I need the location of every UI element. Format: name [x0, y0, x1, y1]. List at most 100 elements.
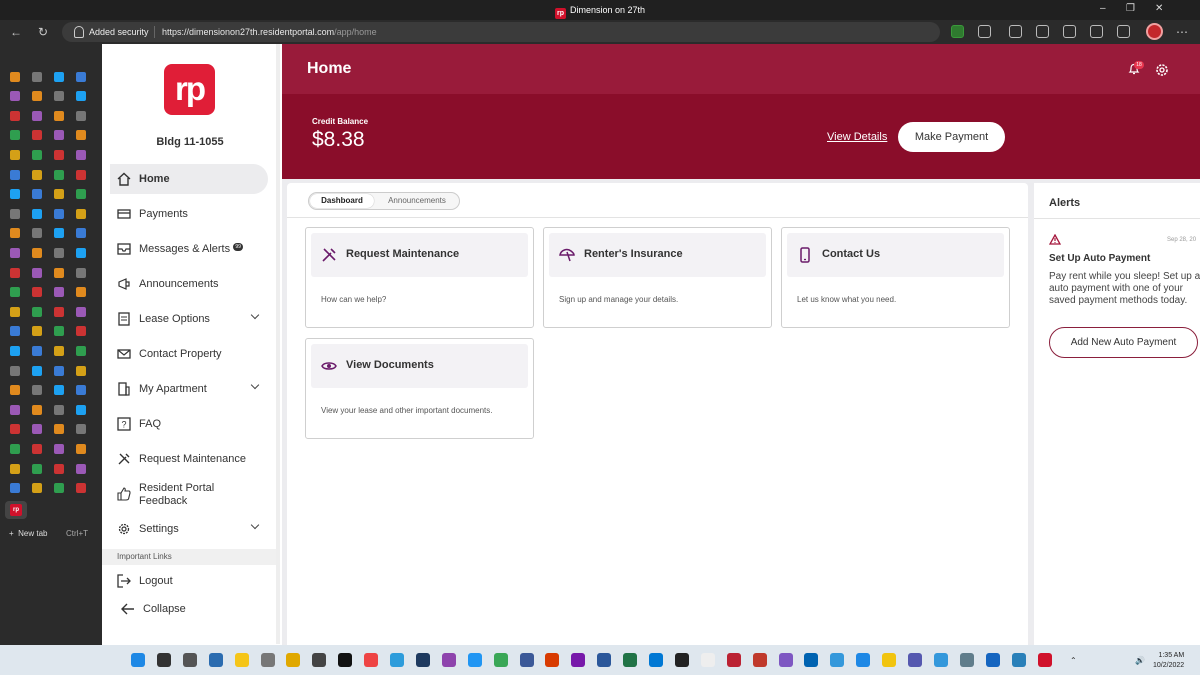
sidebar-item-settings[interactable]: Settings [110, 514, 268, 544]
tab-favicon-icon[interactable] [76, 444, 86, 454]
tab-favicon-icon[interactable] [10, 326, 20, 337]
tab-favicon-icon[interactable] [32, 326, 42, 337]
tab-favicon-icon[interactable] [76, 208, 86, 219]
tab-favicon-icon[interactable] [54, 228, 64, 239]
tab-favicon-icon[interactable] [54, 326, 64, 337]
tab-favicon-icon[interactable] [76, 404, 86, 415]
sidebar-item-contact-property[interactable]: Contact Property [110, 339, 268, 369]
sidebar-item-request-maintenance[interactable]: Request Maintenance [110, 444, 268, 474]
tab-favicon-icon[interactable] [54, 424, 64, 435]
tab-favicon-icon[interactable] [32, 248, 42, 258]
tab-favicon-icon[interactable] [76, 71, 86, 82]
address-bar[interactable]: Added security https://dimensionon27th.r… [62, 22, 940, 42]
sidebar-item-my-apartment[interactable]: My Apartment [110, 374, 268, 404]
restore-button[interactable]: ❐ [1126, 3, 1135, 14]
sidebar-item-payments[interactable]: Payments [110, 199, 268, 229]
tab-favicon-icon[interactable] [32, 267, 42, 278]
taskbar-app-icon[interactable] [959, 653, 974, 667]
taskbar-app-icon[interactable] [467, 653, 482, 667]
tab-favicon-icon[interactable] [76, 385, 86, 396]
tab-favicon-icon[interactable] [76, 110, 86, 121]
sidebar-item-home[interactable]: Home [110, 164, 268, 194]
taskbar-app-icon[interactable] [804, 653, 819, 667]
tab-favicon-icon[interactable] [54, 463, 64, 474]
tab-favicon-icon[interactable] [76, 346, 86, 356]
tab-favicon-icon[interactable] [10, 110, 20, 121]
tab-favicon-icon[interactable] [54, 346, 64, 356]
tab-favicon-icon[interactable] [10, 130, 20, 141]
collapse-button[interactable]: Collapse [110, 594, 268, 624]
taskbar-app-icon[interactable] [1037, 653, 1052, 667]
tab-favicon-icon[interactable] [54, 267, 64, 278]
view-details-link[interactable]: View Details [827, 131, 887, 143]
sidebar-item-feedback[interactable]: Resident Portal Feedback [110, 479, 268, 509]
taskbar-app-icon[interactable] [390, 653, 404, 667]
resident-portal-tab-icon[interactable]: rp [10, 504, 22, 516]
tab-favicon-icon[interactable] [76, 326, 86, 337]
card-view-documents[interactable]: View Documents View your lease and other… [305, 338, 534, 439]
tab-favicon-icon[interactable] [10, 287, 20, 298]
tab-favicon-icon[interactable] [32, 287, 42, 298]
tab-favicon-icon[interactable] [32, 306, 42, 317]
tab-favicon-icon[interactable] [10, 404, 20, 415]
tab-favicon-icon[interactable] [76, 306, 86, 317]
tab-favicon-icon[interactable] [54, 248, 64, 258]
tab-favicon-icon[interactable] [32, 91, 42, 102]
tab-favicon-icon[interactable] [54, 110, 64, 121]
card-renters-insurance[interactable]: Renter's Insurance Sign up and manage yo… [543, 227, 772, 328]
taskbar-app-icon[interactable] [182, 653, 197, 667]
taskbar-app-icon[interactable] [882, 653, 897, 667]
taskbar-app-icon[interactable] [545, 653, 560, 667]
tab-favicon-icon[interactable] [32, 444, 42, 454]
taskbar-app-icon[interactable] [597, 653, 612, 667]
puzzle-icon[interactable] [978, 25, 991, 38]
tab-favicon-icon[interactable] [32, 424, 42, 435]
taskbar-app-icon[interactable] [856, 653, 871, 667]
taskbar-app-icon[interactable] [156, 653, 171, 667]
share-icon[interactable] [1090, 25, 1103, 38]
taskbar-app-icon[interactable] [778, 653, 793, 667]
tab-favicon-icon[interactable] [54, 150, 64, 160]
tab-favicon-icon[interactable] [10, 483, 20, 494]
taskbar-app-icon[interactable] [1011, 653, 1026, 667]
taskbar-app-icon[interactable] [700, 653, 715, 667]
tab-favicon-icon[interactable] [76, 267, 86, 278]
tab-favicon-icon[interactable] [76, 169, 86, 180]
tab-favicon-icon[interactable] [32, 208, 42, 219]
tab-favicon-icon[interactable] [10, 189, 20, 200]
tab-favicon-icon[interactable] [76, 424, 86, 435]
taskbar-app-icon[interactable] [441, 653, 456, 667]
sidebar-item-announcements[interactable]: Announcements [110, 269, 268, 299]
tab-favicon-icon[interactable] [76, 248, 86, 258]
tab-favicon-icon[interactable] [32, 150, 42, 160]
tab-favicon-icon[interactable] [10, 267, 20, 278]
download-icon[interactable] [1009, 25, 1022, 38]
taskbar-app-icon[interactable] [312, 653, 327, 667]
tab-favicon-icon[interactable] [32, 110, 42, 121]
tab-favicon-icon[interactable] [10, 346, 20, 356]
taskbar-app-icon[interactable] [726, 653, 741, 667]
logout-button[interactable]: Logout [110, 566, 268, 596]
tab-favicon-icon[interactable] [76, 150, 86, 160]
card-contact-us[interactable]: Contact Us Let us know what you need. [781, 227, 1010, 328]
taskbar-app-icon[interactable] [908, 653, 922, 667]
taskbar-app-icon[interactable] [571, 653, 586, 667]
taskbar-app-icon[interactable] [415, 653, 430, 667]
tab-favicon-icon[interactable] [76, 91, 86, 102]
back-icon[interactable]: ← [10, 25, 22, 39]
tab-announcements[interactable]: Announcements [379, 194, 455, 208]
new-tab-button[interactable]: + New tab Ctrl+T [9, 529, 88, 538]
chevron-down-icon[interactable] [250, 520, 260, 530]
tab-favicon-icon[interactable] [32, 228, 42, 239]
tab-favicon-icon[interactable] [10, 71, 20, 82]
taskbar-app-icon[interactable] [752, 653, 767, 667]
tab-favicon-icon[interactable] [10, 385, 20, 396]
sidebar-item-faq[interactable]: ? FAQ [110, 409, 268, 439]
volume-icon[interactable]: 🔊 [1135, 656, 1145, 665]
tab-favicon-icon[interactable] [76, 483, 86, 494]
tab-favicon-icon[interactable] [32, 365, 42, 376]
chevron-up-icon[interactable]: ⌃ [1070, 656, 1077, 665]
chevron-down-icon[interactable] [250, 310, 260, 320]
tab-favicon-icon[interactable] [54, 385, 64, 396]
taskbar-app-icon[interactable] [830, 653, 845, 667]
